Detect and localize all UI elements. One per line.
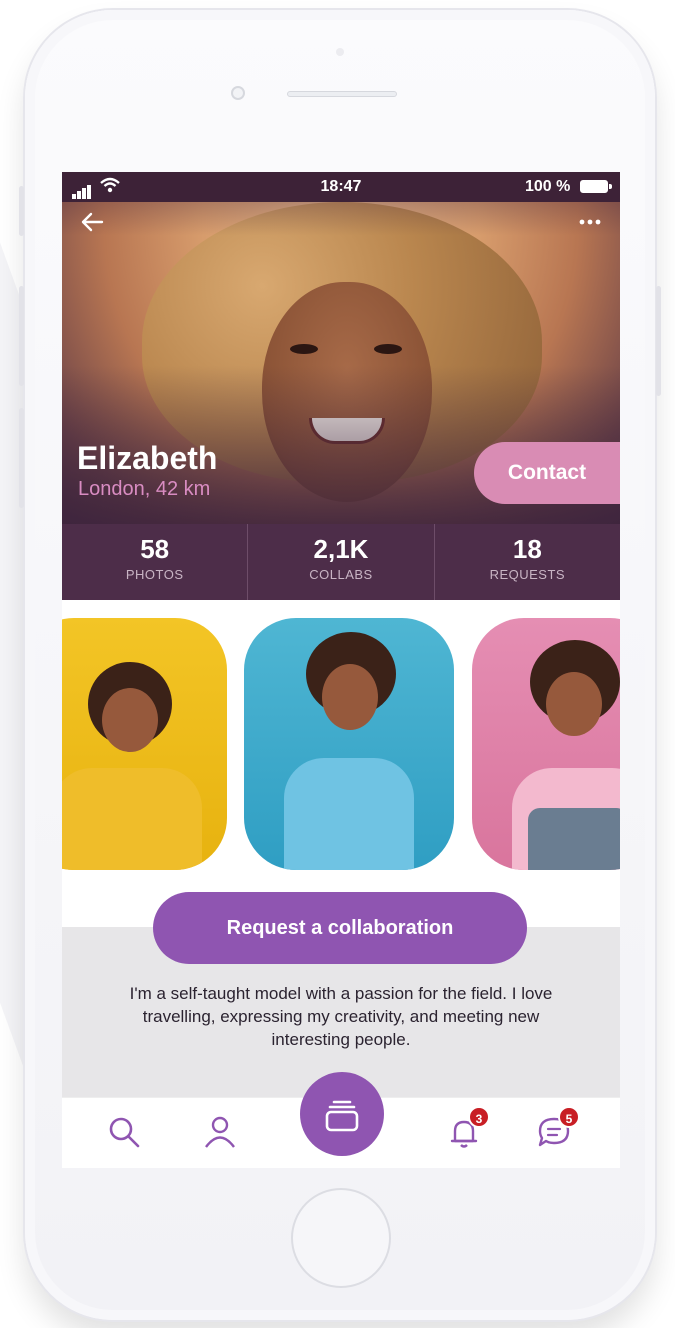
battery-icon	[580, 180, 608, 193]
stack-button[interactable]	[300, 1072, 384, 1156]
battery-percentage: 100 %	[525, 178, 571, 195]
photo-overalls	[528, 808, 620, 870]
mute-switch	[19, 186, 24, 236]
battery-tip	[609, 184, 612, 189]
photo-face	[322, 664, 378, 730]
photo-face	[546, 672, 602, 736]
photo-sweater	[284, 758, 414, 870]
stat-requests[interactable]: 18 REQUESTS	[433, 524, 620, 600]
bell-icon[interactable]: 3	[446, 1106, 490, 1154]
stat-label: PHOTOS	[125, 567, 184, 582]
stat-collabs[interactable]: 2,1K COLLABS	[247, 524, 433, 600]
search-icon[interactable]	[106, 1114, 146, 1154]
back-arrow-icon[interactable]	[78, 208, 108, 238]
request-collaboration-button[interactable]: Request a collaboration	[153, 892, 527, 964]
profile-stats: 58 PHOTOS 2,1K COLLABS 18 REQUESTS	[62, 524, 620, 600]
stat-value: 2,1K	[313, 534, 369, 564]
profile-location: London, 42 km	[78, 478, 211, 500]
home-button[interactable]	[291, 1188, 391, 1288]
gallery-photo[interactable]	[244, 618, 454, 870]
stat-photos[interactable]: 58 PHOTOS	[62, 524, 247, 600]
app-screen: 18:47 100 % Elizabeth London, 42 km Cont…	[62, 172, 620, 1168]
gallery-photo[interactable]	[472, 618, 620, 870]
volume-down-button	[19, 408, 24, 508]
user-icon[interactable]	[202, 1114, 242, 1154]
photo-face	[102, 688, 158, 752]
stat-value: 58	[140, 534, 170, 564]
chat-icon[interactable]: 5	[536, 1106, 580, 1154]
proximity-sensor	[336, 48, 344, 56]
power-button	[656, 286, 661, 396]
volume-up-button	[19, 286, 24, 386]
gallery-photo[interactable]	[62, 618, 227, 870]
contact-button[interactable]: Contact	[474, 442, 620, 504]
stack-icon	[325, 1100, 359, 1132]
earpiece-speaker	[287, 91, 397, 97]
photo-sweater	[62, 768, 202, 870]
bio-text: I'm a self-taught model with a passion f…	[129, 984, 553, 1049]
stat-label: REQUESTS	[489, 567, 566, 582]
stat-label: COLLABS	[309, 567, 373, 582]
stat-value: 18	[512, 534, 542, 564]
message-badge: 5	[558, 1106, 580, 1128]
more-options-icon[interactable]	[572, 206, 608, 236]
profile-name: Elizabeth	[77, 440, 218, 476]
photo-gallery[interactable]	[62, 600, 620, 912]
notification-badge: 3	[468, 1106, 490, 1128]
front-camera	[231, 86, 245, 100]
status-bar: 18:47 100 %	[62, 172, 620, 202]
